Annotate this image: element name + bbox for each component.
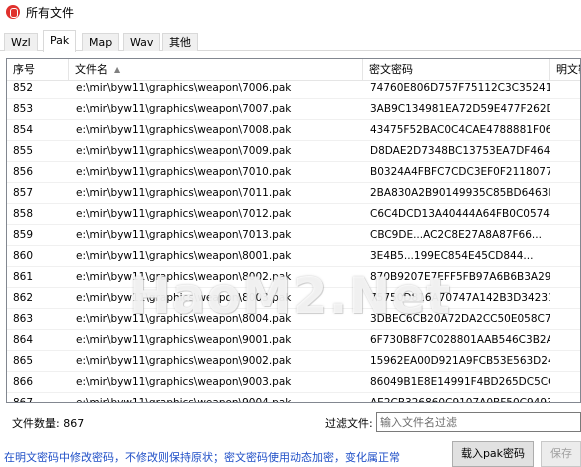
table-row[interactable]: 854 e:\mir\byw11\graphics\weapon\7008.pak…: [7, 120, 580, 141]
table-row[interactable]: 852 e:\mir\byw11\graphics\weapon\7006.pak…: [7, 78, 580, 99]
row-num: 862: [13, 292, 34, 304]
row-filename: e:\mir\byw11\graphics\weapon\8001.pak: [76, 250, 292, 262]
row-cipher: 870B9207E7EFF5FB97A6B6B3A29A...: [370, 271, 550, 283]
column-header-name[interactable]: 文件名 ▲: [69, 59, 363, 81]
row-filename: e:\mir\byw11\graphics\weapon\7009.pak: [76, 145, 292, 157]
tab-bar: Wzl Pak Map Wav 其他: [0, 29, 581, 52]
column-header-num[interactable]: 序号: [7, 59, 69, 81]
row-num: 857: [13, 187, 34, 199]
row-num: 853: [13, 103, 34, 115]
row-filename: e:\mir\byw11\graphics\weapon\7011.pak: [76, 187, 292, 199]
table-row[interactable]: 858 e:\mir\byw11\graphics\weapon\7012.pak…: [7, 204, 580, 225]
row-filename: e:\mir\byw11\graphics\weapon\8004.pak: [76, 313, 292, 325]
row-cipher: D8DAE2D7348BC13753EA7DF464D...: [370, 145, 550, 157]
row-num: 859: [13, 229, 34, 241]
row-cipher: 3E4B5...199EC854E45CD844...: [370, 250, 534, 262]
row-filename: e:\mir\byw11\graphics\weapon\9004.pak: [76, 397, 292, 403]
row-cipher: 86049B1E8E14991F4BD265DC5CC4...: [370, 376, 550, 388]
column-header-plain[interactable]: 明文密: [550, 59, 580, 81]
row-num: 864: [13, 334, 34, 346]
row-cipher: 2BA830A2B90149935C85BD6463E...: [370, 187, 550, 199]
table-row[interactable]: 867 e:\mir\byw11\graphics\weapon\9004.pak…: [7, 393, 580, 403]
row-cipher: 3AB9C134981EA72D59E477F262DA...: [370, 103, 550, 115]
table-row[interactable]: 863 e:\mir\byw11\graphics\weapon\8004.pak…: [7, 309, 580, 330]
row-filename: e:\mir\byw11\graphics\weapon\9002.pak: [76, 355, 292, 367]
row-cipher: 43475F52BAC0C4CAE4788881F06B...: [370, 124, 550, 136]
sort-ascending-icon: ▲: [114, 65, 121, 74]
app-logo-icon: [6, 5, 20, 19]
column-header-cipher-label: 密文密码: [369, 63, 413, 76]
row-filename: e:\mir\byw11\graphics\weapon\7010.pak: [76, 166, 292, 178]
table-row[interactable]: 859 e:\mir\byw11\graphics\weapon\7013.pak…: [7, 225, 580, 246]
row-num: 855: [13, 145, 34, 157]
row-filename: e:\mir\byw11\graphics\weapon\8002.pak: [76, 271, 292, 283]
row-num: 852: [13, 82, 34, 94]
row-num: 866: [13, 376, 34, 388]
tab-other[interactable]: 其他: [162, 33, 198, 51]
row-filename: e:\mir\byw11\graphics\weapon\8003.pak: [76, 292, 292, 304]
row-cipher: 3DBEC6CB20A72DA2CC50E058C7B...: [370, 313, 550, 325]
table-row[interactable]: 856 e:\mir\byw11\graphics\weapon\7010.pak…: [7, 162, 580, 183]
row-cipher: 74760E806D757F75112C3C35241C...: [370, 82, 550, 94]
row-num: 860: [13, 250, 34, 262]
table-row[interactable]: 853 e:\mir\byw11\graphics\weapon\7007.pak…: [7, 99, 580, 120]
table-row[interactable]: 862 e:\mir\byw11\graphics\weapon\8003.pak…: [7, 288, 580, 309]
row-cipher: 15962EA00D921A9FCB53E563D24D...: [370, 355, 550, 367]
column-header-plain-label: 明文密: [556, 63, 580, 76]
table-row[interactable]: 864 e:\mir\byw11\graphics\weapon\9001.pak…: [7, 330, 580, 351]
row-filename: e:\mir\byw11\graphics\weapon\7012.pak: [76, 208, 292, 220]
row-filename: e:\mir\byw11\graphics\weapon\7008.pak: [76, 124, 292, 136]
row-num: 861: [13, 271, 34, 283]
row-num: 856: [13, 166, 34, 178]
table-row[interactable]: 865 e:\mir\byw11\graphics\weapon\9002.pak…: [7, 351, 580, 372]
column-header-name-label: 文件名: [75, 63, 108, 76]
filter-label: 过滤文件:: [325, 417, 373, 430]
filter-input[interactable]: [376, 412, 581, 432]
row-filename: e:\mir\byw11\graphics\weapon\9003.pak: [76, 376, 292, 388]
title-bar: 所有文件: [0, 0, 581, 24]
column-header-num-label: 序号: [13, 63, 35, 76]
row-num: 863: [13, 313, 34, 325]
row-cipher: CBC9DE...AC2C8E27A8A87F66...: [370, 229, 542, 241]
save-button[interactable]: 保存: [541, 441, 581, 467]
table-row[interactable]: 860 e:\mir\byw11\graphics\weapon\8001.pak…: [7, 246, 580, 267]
row-num: 858: [13, 208, 34, 220]
row-filename: e:\mir\byw11\graphics\weapon\7007.pak: [76, 103, 292, 115]
row-num: 865: [13, 355, 34, 367]
load-pak-password-button[interactable]: 载入pak密码: [452, 441, 534, 467]
file-list-header: 序号 文件名 ▲ 密文密码 明文密: [7, 59, 580, 81]
row-cipher: C6C4DCD13A40444A64FB0C0574E...: [370, 208, 550, 220]
column-header-cipher[interactable]: 密文密码: [363, 59, 550, 81]
row-cipher: 6F730B8F7C028801AAB546C3B2AA...: [370, 334, 550, 346]
status-hint: 在明文密码中修改密码，不修改则保持原状；密文密码使用动态加密，变化属正常: [4, 451, 400, 464]
tab-pak[interactable]: Pak: [43, 30, 77, 52]
table-row[interactable]: 861 e:\mir\byw11\graphics\weapon\8002.pak…: [7, 267, 580, 288]
tab-map[interactable]: Map: [82, 33, 120, 51]
table-row[interactable]: 855 e:\mir\byw11\graphics\weapon\7009.pak…: [7, 141, 580, 162]
row-num: 854: [13, 124, 34, 136]
tab-wzl[interactable]: Wzl: [4, 33, 38, 51]
row-filename: e:\mir\byw11\graphics\weapon\9001.pak: [76, 334, 292, 346]
row-cipher: AE2CB326860C9107A0BF50C94933...: [370, 397, 550, 403]
window-title: 所有文件: [26, 5, 75, 20]
tab-wav[interactable]: Wav: [123, 33, 161, 51]
row-cipher: B0324A4FBFC7CDC3EF0F21180771...: [370, 166, 550, 178]
table-row[interactable]: 857 e:\mir\byw11\graphics\weapon\7011.pak…: [7, 183, 580, 204]
file-count: 文件数量: 867: [12, 417, 85, 430]
file-list[interactable]: 852 e:\mir\byw11\graphics\weapon\7006.pak…: [6, 58, 581, 403]
row-filename: e:\mir\byw11\graphics\weapon\7013.pak: [76, 229, 292, 241]
table-row[interactable]: 866 e:\mir\byw11\graphics\weapon\9003.pak…: [7, 372, 580, 393]
row-num: 867: [13, 397, 34, 403]
row-cipher: 75750D816A70747A142B3D34231D...: [370, 292, 550, 304]
row-filename: e:\mir\byw11\graphics\weapon\7006.pak: [76, 82, 292, 94]
